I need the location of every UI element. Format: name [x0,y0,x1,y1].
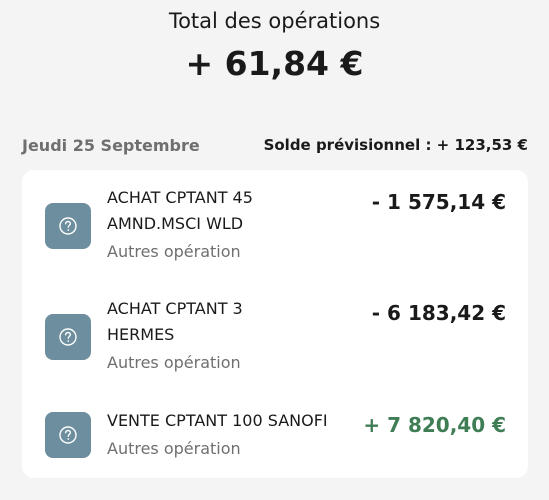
operation-name: ACHAT CPTANT 3 HERMES [107,299,243,344]
operation-name: ACHAT CPTANT 45 AMND.MSCI WLD [107,188,253,233]
operation-category: Autres opération [107,353,241,372]
question-icon [45,412,91,458]
operation-row[interactable]: VENTE CPTANT 100 SANOFI Autres opération… [22,394,528,478]
forecast-balance: Solde prévisionnel : + 123,53 € [263,136,528,154]
operation-amount: + 7 820,40 € [363,413,506,437]
operation-amount: - 6 183,42 € [371,301,506,325]
day-header: Jeudi 25 Septembre Solde prévisionnel : … [22,136,528,158]
operation-amount: - 1 575,14 € [371,190,506,214]
operations-page: Total des opérations + 61,84 € Jeudi 25 … [0,0,549,500]
operation-row[interactable]: ACHAT CPTANT 45 AMND.MSCI WLD Autres opé… [22,170,528,282]
operation-category: Autres opération [107,439,241,458]
total-title: Total des opérations [168,9,381,33]
question-icon [45,203,91,249]
operation-category: Autres opération [107,242,241,261]
operation-row[interactable]: ACHAT CPTANT 3 HERMES Autres opération -… [22,282,528,394]
day-label: Jeudi 25 Septembre [22,136,200,155]
total-amount: + 61,84 € [185,44,364,83]
question-icon [45,314,91,360]
operation-name: VENTE CPTANT 100 SANOFI [107,411,328,430]
operations-card: ACHAT CPTANT 45 AMND.MSCI WLD Autres opé… [22,170,528,478]
